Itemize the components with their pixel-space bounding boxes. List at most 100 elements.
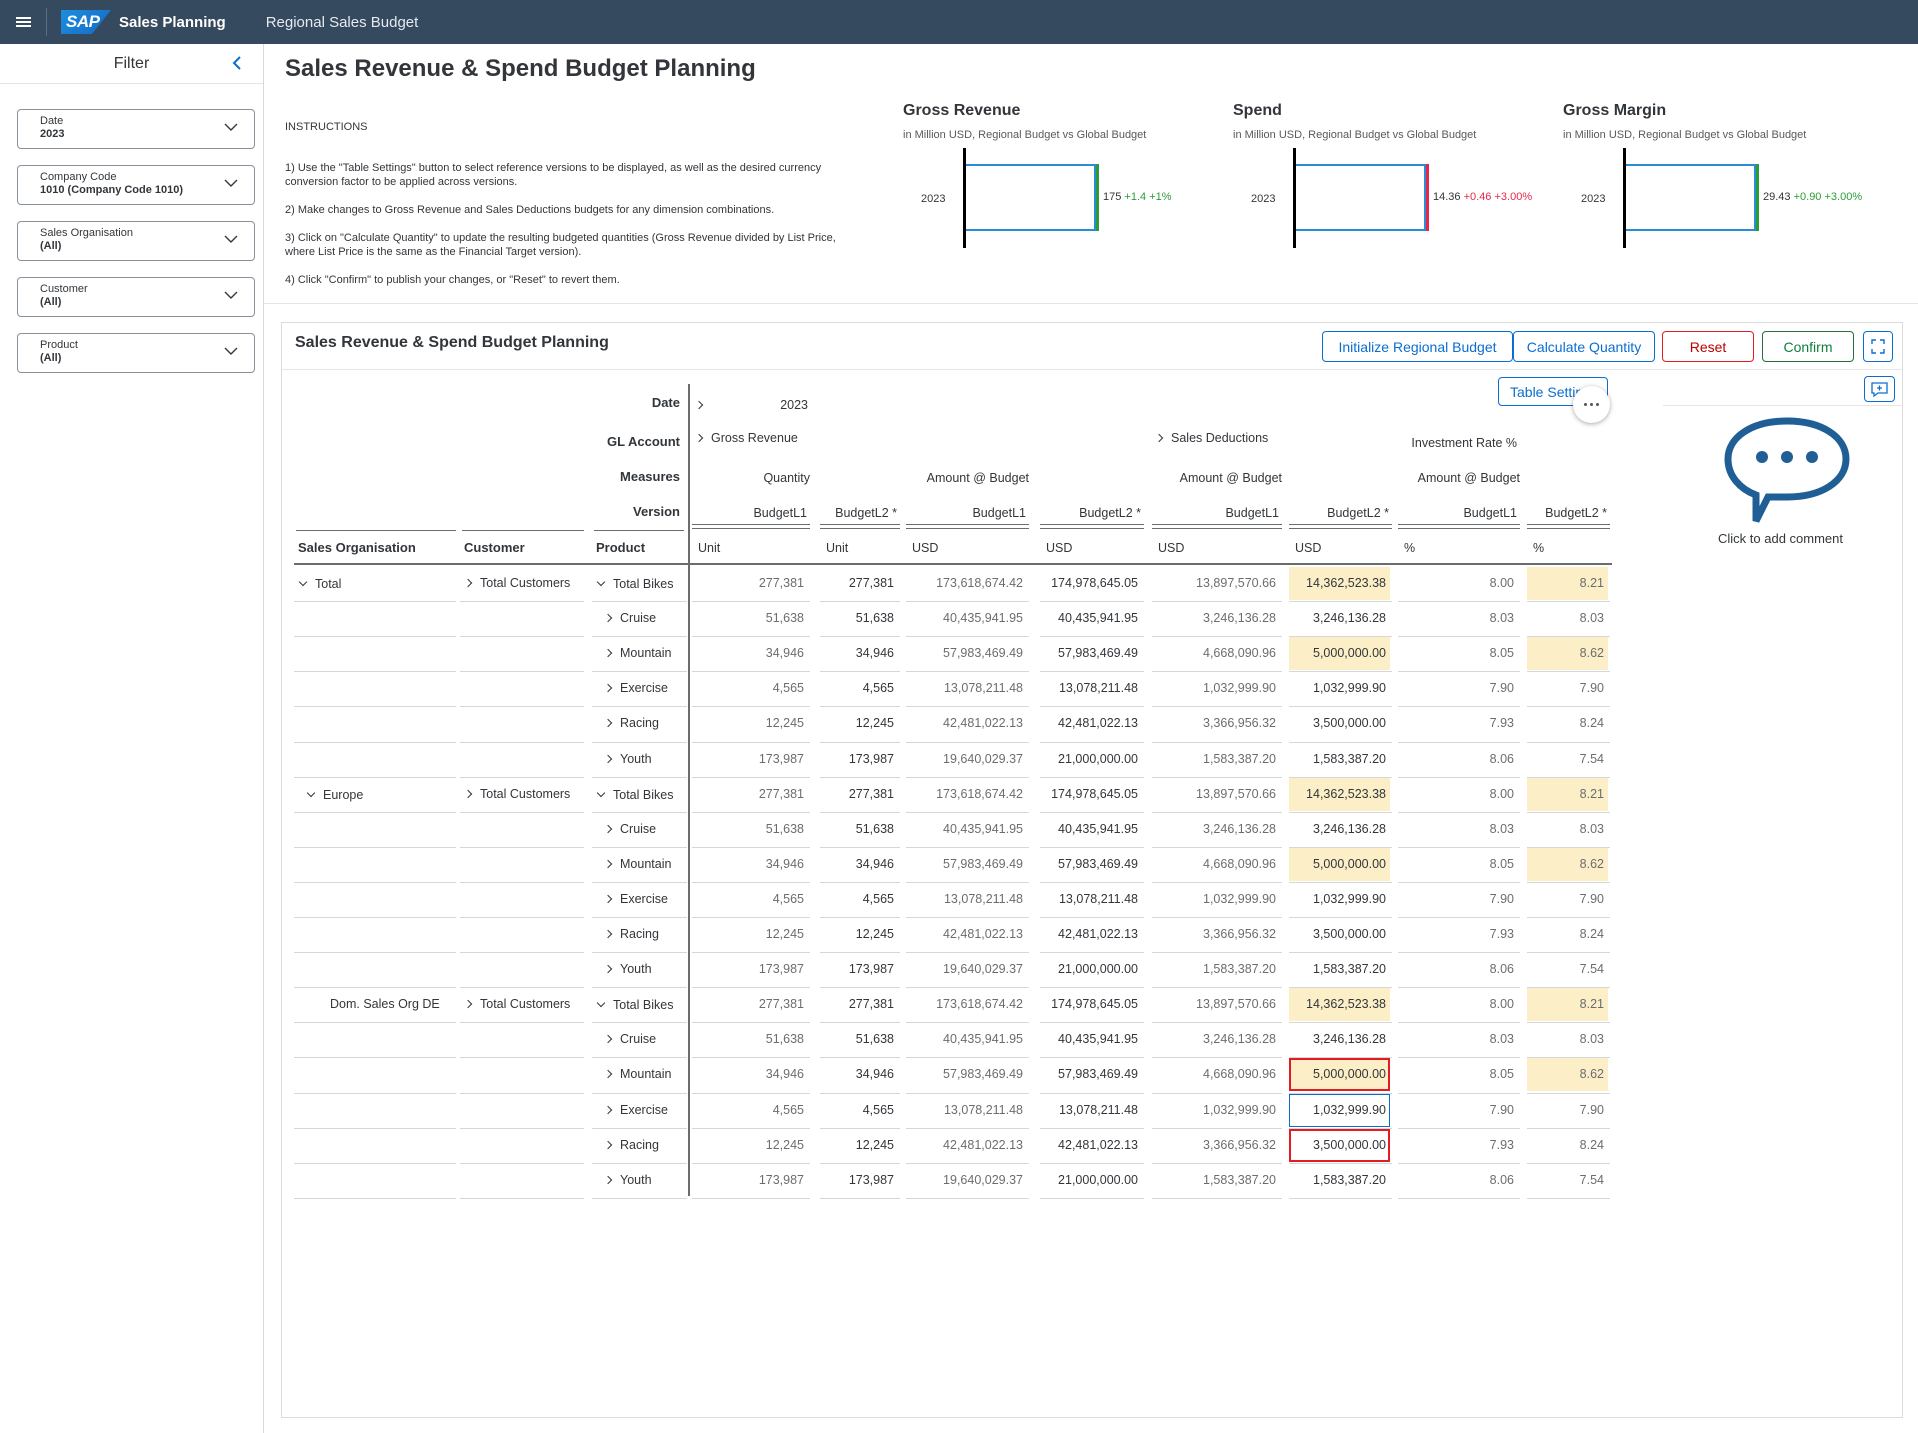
row-customer[interactable]: Total Customers (463, 997, 570, 1011)
data-cell[interactable]: 8.62 (1527, 1058, 1608, 1092)
row-product[interactable]: Racing (603, 927, 659, 941)
data-cell[interactable]: 8.24 (1527, 1129, 1608, 1162)
row-product[interactable]: Total Bikes (596, 577, 673, 591)
calculate-quantity-button[interactable]: Calculate Quantity (1513, 331, 1655, 362)
chevron-down-icon[interactable] (306, 788, 316, 797)
data-cell[interactable]: 42,481,022.13 (1040, 918, 1142, 951)
chevron-right-icon[interactable] (603, 754, 613, 763)
chevron-right-icon[interactable] (603, 719, 613, 728)
data-cell[interactable]: 173,987 (820, 953, 898, 986)
chevron-right-icon[interactable] (463, 789, 473, 798)
data-cell[interactable]: 3,500,000.00 (1289, 918, 1390, 951)
row-product[interactable]: Youth (603, 962, 652, 976)
data-cell[interactable]: 1,032,999.90 (1289, 672, 1390, 705)
data-cell[interactable]: 8.62 (1527, 637, 1608, 671)
kpi-spend[interactable]: Spend in Million USD, Regional Budget vs… (1233, 100, 1553, 260)
row-customer[interactable]: Total Customers (463, 787, 570, 801)
data-cell[interactable]: 7.90 (1527, 883, 1608, 916)
data-cell[interactable]: 51,638 (820, 1023, 898, 1056)
data-cell[interactable]: 8.24 (1527, 918, 1608, 951)
kpi-gross-revenue[interactable]: Gross Revenue in Million USD, Regional B… (903, 100, 1223, 260)
row-sales-org[interactable]: Total (298, 577, 341, 591)
data-cell[interactable]: 5,000,000.00 (1289, 847, 1390, 881)
data-cell[interactable]: 34,946 (820, 637, 898, 670)
chevron-right-icon[interactable] (1154, 433, 1164, 443)
data-cell[interactable]: 173,987 (820, 1164, 898, 1197)
data-cell[interactable]: 7.54 (1527, 743, 1608, 776)
data-cell[interactable]: 1,583,387.20 (1289, 953, 1390, 986)
data-cell[interactable]: 21,000,000.00 (1040, 743, 1142, 776)
data-cell[interactable]: 13,078,211.48 (1040, 1094, 1142, 1127)
chevron-right-icon[interactable] (603, 1070, 613, 1079)
app-title[interactable]: Sales Planning (119, 14, 226, 31)
data-cell[interactable]: 174,978,645.05 (1040, 778, 1142, 811)
chevron-down-icon[interactable] (596, 788, 606, 797)
chevron-right-icon[interactable] (603, 648, 613, 658)
gl-gross-revenue[interactable]: Gross Revenue (694, 431, 798, 445)
data-cell[interactable]: 13,078,211.48 (1040, 672, 1142, 705)
chevron-right-icon[interactable] (603, 859, 613, 869)
data-cell[interactable]: 8.03 (1527, 602, 1608, 635)
kpi-gross-margin[interactable]: Gross Margin in Million USD, Regional Bu… (1563, 100, 1883, 260)
data-cell[interactable]: 4,565 (820, 1094, 898, 1127)
data-cell[interactable]: 4,565 (820, 672, 898, 705)
data-cell[interactable]: 8.62 (1527, 847, 1608, 881)
chevron-right-icon[interactable] (463, 999, 473, 1009)
data-cell[interactable]: 1,032,999.90 (1289, 1093, 1390, 1127)
data-cell[interactable]: 34,946 (820, 1058, 898, 1091)
data-cell[interactable]: 57,983,469.49 (1040, 1058, 1142, 1091)
chevron-right-icon[interactable] (603, 1035, 613, 1044)
data-cell[interactable]: 3,500,000.00 (1289, 1128, 1390, 1162)
data-cell[interactable]: 51,638 (820, 602, 898, 635)
row-product[interactable]: Mountain (603, 857, 671, 871)
data-cell[interactable]: 277,381 (820, 988, 898, 1021)
chevron-right-icon[interactable] (603, 824, 613, 833)
data-cell[interactable]: 40,435,941.95 (1040, 1023, 1142, 1056)
data-cell[interactable]: 277,381 (820, 778, 898, 811)
confirm-button[interactable]: Confirm (1762, 331, 1854, 362)
row-product[interactable]: Racing (603, 1138, 659, 1152)
chevron-right-icon[interactable] (694, 400, 704, 410)
chevron-right-icon[interactable] (463, 578, 473, 588)
data-cell[interactable]: 8.24 (1527, 707, 1608, 740)
data-cell[interactable]: 277,381 (820, 567, 898, 600)
row-sales-org[interactable]: Europe (306, 788, 363, 802)
row-product[interactable]: Cruise (603, 1032, 656, 1046)
fullscreen-button[interactable] (1863, 331, 1893, 362)
data-cell[interactable]: 174,978,645.05 (1040, 567, 1142, 600)
row-product[interactable]: Exercise (603, 892, 668, 906)
row-product[interactable]: Exercise (603, 1103, 668, 1117)
chevron-right-icon[interactable] (603, 894, 613, 904)
row-product[interactable]: Cruise (603, 611, 656, 625)
data-cell[interactable]: 12,245 (820, 918, 898, 951)
data-cell[interactable]: 1,032,999.90 (1289, 883, 1390, 916)
add-comment-button[interactable] (1864, 376, 1895, 402)
row-product[interactable]: Cruise (603, 822, 656, 836)
chevron-right-icon[interactable] (694, 433, 704, 443)
chevron-down-icon[interactable] (596, 998, 606, 1008)
initialize-budget-button[interactable]: Initialize Regional Budget (1322, 331, 1513, 362)
data-cell[interactable]: 8.21 (1527, 567, 1608, 600)
row-product[interactable]: Total Bikes (596, 998, 673, 1012)
data-cell[interactable]: 174,978,645.05 (1040, 988, 1142, 1021)
data-cell[interactable]: 51,638 (820, 813, 898, 846)
row-product[interactable]: Exercise (603, 681, 668, 695)
data-cell[interactable]: 3,500,000.00 (1289, 707, 1390, 740)
chevron-right-icon[interactable] (603, 1140, 613, 1149)
data-cell[interactable]: 8.03 (1527, 813, 1608, 846)
data-cell[interactable]: 3,246,136.28 (1289, 602, 1390, 635)
data-cell[interactable]: 4,565 (820, 883, 898, 916)
data-cell[interactable]: 40,435,941.95 (1040, 602, 1142, 635)
chevron-down-icon[interactable] (298, 577, 308, 587)
row-product[interactable]: Total Bikes (596, 788, 673, 802)
data-cell[interactable]: 8.21 (1527, 777, 1608, 811)
chevron-right-icon[interactable] (603, 929, 613, 939)
data-cell[interactable]: 12,245 (820, 1129, 898, 1162)
chevron-right-icon[interactable] (603, 684, 613, 693)
data-cell[interactable]: 14,362,523.38 (1289, 988, 1390, 1022)
menu-icon[interactable] (0, 0, 46, 44)
filter-date[interactable]: Date 2023 (17, 109, 255, 149)
data-cell[interactable]: 14,362,523.38 (1289, 777, 1390, 811)
data-cell[interactable]: 40,435,941.95 (1040, 813, 1142, 846)
row-customer[interactable]: Total Customers (463, 576, 570, 590)
